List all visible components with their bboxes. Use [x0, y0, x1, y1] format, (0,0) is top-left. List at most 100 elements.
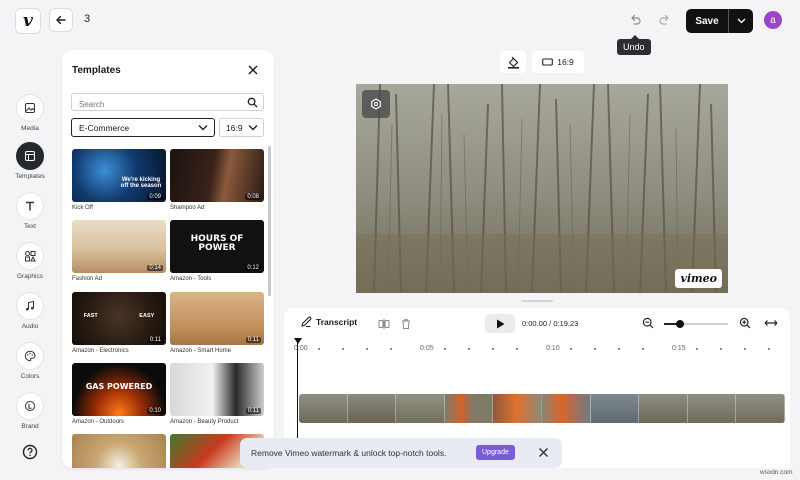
image-icon — [16, 94, 44, 122]
chevron-down-icon — [737, 18, 745, 24]
play-button[interactable] — [485, 314, 515, 333]
clip-frame — [493, 394, 542, 423]
site-watermark: wsxdn.com — [760, 469, 793, 476]
project-name[interactable]: 3 — [84, 13, 90, 25]
rail-item-brand[interactable]: Brand — [0, 392, 60, 430]
ruler-tick — [516, 348, 518, 350]
template-card[interactable]: HOURS OF POWER 0:12 Amazon - Tools — [170, 220, 264, 282]
zoom-slider[interactable] — [664, 320, 728, 328]
rail-item-graphics[interactable]: Graphics — [0, 242, 60, 280]
duration-badge: 0:12 — [245, 265, 261, 271]
zoom-slider-handle[interactable] — [676, 320, 684, 328]
template-card[interactable]: 0:11 Amazon - Beauty Product — [170, 363, 264, 425]
close-icon[interactable] — [246, 63, 260, 77]
template-name: Fashion Ad — [72, 276, 103, 282]
duration-badge: 0:11 — [147, 337, 163, 343]
aspect-ratio-button[interactable]: 16:9 — [532, 51, 584, 73]
template-card[interactable]: GAS POWERED 0:10 Amazon - Outdoors — [72, 363, 166, 425]
rail-item-media[interactable]: Media — [0, 94, 60, 132]
search-input[interactable] — [72, 96, 242, 113]
user-avatar[interactable]: a — [764, 11, 782, 29]
ruler-tick — [618, 348, 620, 350]
playhead-marker[interactable] — [294, 338, 302, 344]
undo-icon — [631, 14, 641, 25]
forest-video-frame — [356, 84, 728, 293]
template-name: Amazon - Tools — [170, 276, 212, 282]
rail-item-text[interactable]: Text — [0, 192, 60, 230]
template-name: Amazon - Smart Home — [170, 348, 232, 354]
template-card[interactable]: FAST EASY 0:11 Amazon - Electronics — [72, 292, 166, 354]
duration-badge: 0:11 — [245, 337, 261, 343]
clip-frame — [396, 394, 445, 423]
ruler-tick — [342, 348, 344, 350]
vimeo-logo[interactable]: v — [15, 8, 41, 34]
template-card[interactable]: 0:11 Amazon - Smart Home — [170, 292, 264, 354]
chevron-down-icon — [248, 125, 258, 131]
template-name: Kick Off — [72, 205, 93, 211]
template-thumbnail — [72, 434, 166, 468]
redo-button[interactable] — [656, 11, 674, 29]
thumbnail-text: FAST EASY — [83, 313, 155, 319]
zoom-in-icon[interactable] — [739, 317, 751, 329]
text-icon — [16, 192, 44, 220]
save-options-button[interactable] — [729, 9, 753, 33]
aspect-ratio-select[interactable]: 16:9 — [219, 118, 264, 137]
background-fill-button[interactable] — [500, 51, 526, 73]
zoom-out-icon[interactable] — [642, 317, 654, 329]
ruler-tick — [696, 348, 698, 350]
save-button[interactable]: Save — [686, 9, 728, 33]
ruler-tick — [390, 348, 392, 350]
help-icon[interactable] — [22, 444, 38, 460]
video-preview[interactable]: vimeo — [356, 84, 728, 293]
template-thumbnail: HOURS OF POWER 0:12 — [170, 220, 264, 273]
ratio-value: 16:9 — [226, 122, 243, 133]
close-icon[interactable] — [537, 446, 550, 459]
template-badge[interactable] — [362, 90, 390, 118]
ruler-tick — [318, 348, 320, 350]
palette-icon — [16, 342, 44, 370]
template-card[interactable]: 0:14 Fashion Ad — [72, 220, 166, 282]
ruler-tick — [744, 348, 746, 350]
rail-item-colors[interactable]: Colors — [0, 342, 60, 380]
rail-label: Graphics — [16, 273, 43, 280]
duration-badge: 0:09 — [147, 194, 163, 200]
template-thumbnail: We're kicking off the season 0:09 — [72, 149, 166, 202]
duration-badge: 0:11 — [245, 408, 261, 414]
total-time: 0:19.23 — [553, 319, 579, 328]
upgrade-button[interactable]: Upgrade — [476, 445, 515, 460]
clip-frame — [299, 394, 348, 423]
fit-width-icon[interactable] — [764, 317, 778, 329]
video-track-clip[interactable] — [299, 394, 785, 423]
clip-frame — [590, 394, 640, 423]
templates-panel: Templates E-Commerce 16:9 We're kicking … — [62, 50, 274, 468]
transcript-button[interactable]: Transcript — [300, 316, 357, 328]
hexagon-icon — [371, 98, 381, 110]
ruler-tick — [366, 348, 368, 350]
template-card[interactable]: We're kicking off the season 0:09 Kick O… — [72, 149, 166, 211]
thumbnail-text: We're kicking off the season — [120, 177, 162, 190]
template-card[interactable]: 0:08 Shampoo Ad — [170, 149, 264, 211]
undo-button[interactable] — [626, 11, 644, 29]
brand-icon — [16, 392, 44, 420]
transcript-icon — [301, 316, 312, 328]
panel-resize-handle[interactable] — [521, 300, 553, 302]
split-icon[interactable] — [378, 318, 390, 330]
play-icon — [496, 319, 504, 328]
search-icon[interactable] — [247, 97, 258, 108]
rail-label: Audio — [21, 323, 39, 330]
ruler-label: 0:05 — [420, 345, 434, 352]
template-thumbnail: FAST EASY 0:11 — [72, 292, 166, 345]
rail-item-audio[interactable]: Audio — [0, 292, 60, 330]
top-bar: v 3 Save a Undo — [0, 0, 800, 55]
category-select[interactable]: E-Commerce — [71, 118, 215, 137]
rail-item-templates[interactable]: Templates — [0, 142, 60, 180]
trash-icon[interactable] — [400, 318, 412, 330]
template-card[interactable] — [72, 434, 166, 468]
ruler-tick — [444, 348, 446, 350]
duration-badge: 0:10 — [147, 408, 163, 414]
template-name: Shampoo Ad — [170, 205, 205, 211]
ruler-tick — [642, 348, 644, 350]
back-button[interactable] — [49, 8, 73, 32]
panel-scrollbar[interactable] — [268, 146, 271, 296]
paint-bucket-icon — [507, 56, 519, 69]
